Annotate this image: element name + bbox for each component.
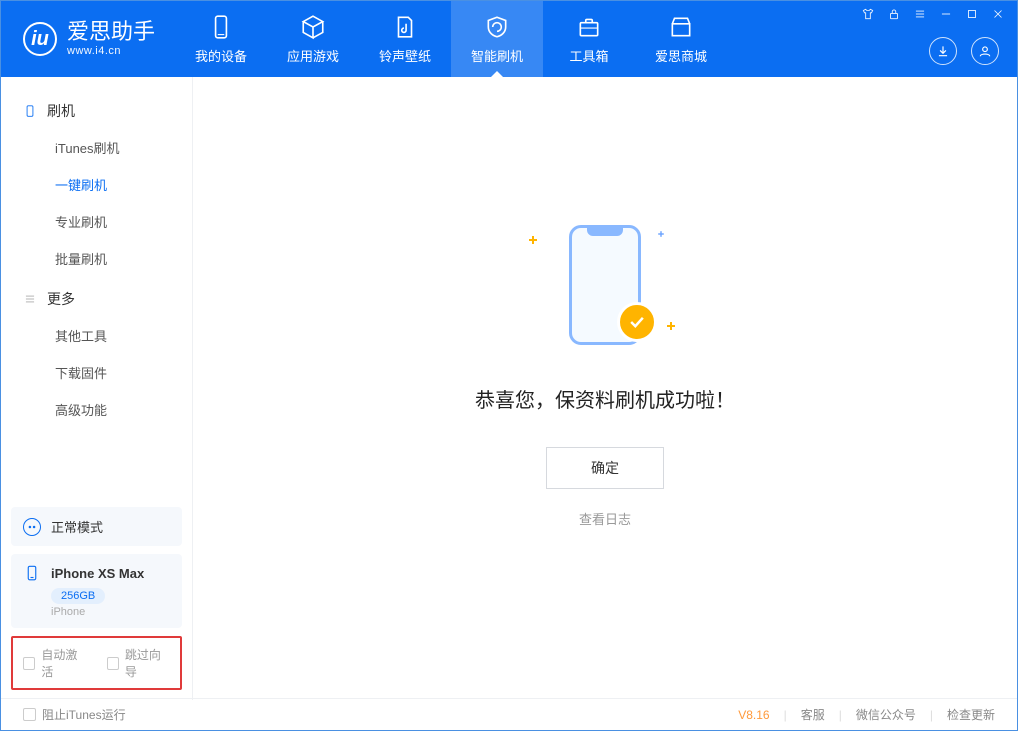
logo-icon: iu [23,22,57,56]
maximize-button[interactable] [965,7,979,21]
device-capacity: 256GB [51,588,105,604]
device-phone-icon [23,564,41,582]
music-file-icon [392,14,418,40]
mode-label: 正常模式 [51,517,103,536]
wechat-link[interactable]: 微信公众号 [856,706,916,723]
sidebar-item-itunes-flash[interactable]: iTunes刷机 [1,129,192,166]
sidebar-item-pro-flash[interactable]: 专业刷机 [1,203,192,240]
tab-toolbox[interactable]: 工具箱 [543,1,635,77]
sidebar-section-more: 更多 [1,281,192,317]
cube-icon [300,14,326,40]
sidebar-item-other-tools[interactable]: 其他工具 [1,317,192,354]
store-icon [668,14,694,40]
status-bar: 阻止iTunes运行 V8.16 | 客服 | 微信公众号 | 检查更新 [1,698,1017,730]
minimize-button[interactable] [939,7,953,21]
app-url: www.i4.cn [67,45,155,57]
tab-my-device[interactable]: 我的设备 [175,1,267,77]
download-icon[interactable] [929,37,957,65]
tab-apps-games[interactable]: 应用游戏 [267,1,359,77]
tab-ringtone-wallpaper[interactable]: 铃声壁纸 [359,1,451,77]
sidebar-item-download-firmware[interactable]: 下载固件 [1,354,192,391]
version-label: V8.16 [738,708,769,722]
sidebar-item-advanced[interactable]: 高级功能 [1,391,192,428]
success-illustration [515,210,695,360]
ok-button[interactable]: 确定 [546,447,664,489]
app-logo: iu 爱思助手 www.i4.cn [1,1,175,77]
tab-store[interactable]: 爱思商城 [635,1,727,77]
list-icon [23,292,37,306]
phone-icon [23,104,37,118]
close-button[interactable] [991,7,1005,21]
checkbox-auto-activate[interactable]: 自动激活 [23,646,87,680]
sidebar: 刷机 iTunes刷机 一键刷机 专业刷机 批量刷机 更多 其他工具 下载固件 … [1,77,193,700]
sidebar-item-batch-flash[interactable]: 批量刷机 [1,240,192,277]
user-icon[interactable] [971,37,999,65]
sidebar-section-flash: 刷机 [1,93,192,129]
device-card[interactable]: iPhone XS Max 256GB iPhone [11,554,182,628]
main-content: 恭喜您，保资料刷机成功啦！ 确定 查看日志 [193,77,1017,700]
menu-icon[interactable] [913,7,927,21]
refresh-shield-icon [484,14,510,40]
lock-icon[interactable] [887,7,901,21]
options-box: 自动激活 跳过向导 [11,636,182,690]
toolbox-icon [576,14,602,40]
check-update-link[interactable]: 检查更新 [947,706,995,723]
sidebar-item-onekey-flash[interactable]: 一键刷机 [1,166,192,203]
device-icon [208,14,234,40]
tab-smart-flash[interactable]: 智能刷机 [451,1,543,77]
checkbox-skip-guide[interactable]: 跳过向导 [107,646,171,680]
mode-card[interactable]: 正常模式 [11,507,182,546]
checkbox-block-itunes[interactable]: 阻止iTunes运行 [23,706,126,723]
check-badge-icon [617,302,657,342]
mode-icon [23,518,41,536]
tshirt-icon[interactable] [861,7,875,21]
app-title: 爱思助手 [67,21,155,43]
support-link[interactable]: 客服 [801,706,825,723]
success-message: 恭喜您，保资料刷机成功啦！ [475,384,735,413]
device-type: iPhone [51,606,170,618]
device-name: iPhone XS Max [51,566,144,581]
view-log-link[interactable]: 查看日志 [579,509,631,528]
